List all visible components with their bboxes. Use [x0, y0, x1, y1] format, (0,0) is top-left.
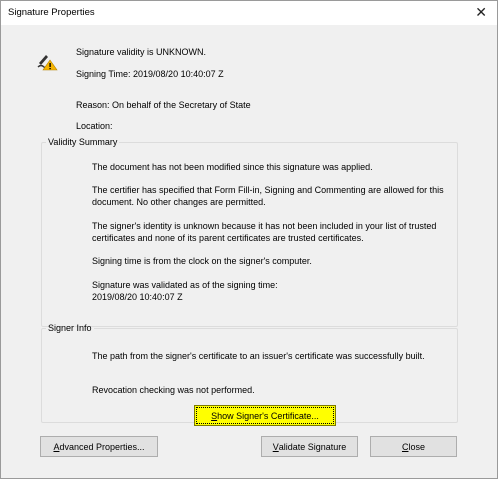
validate-label: alidate Signature [278, 441, 347, 452]
signature-validity-text: Signature validity is UNKNOWN. [76, 47, 207, 57]
dialog-title: Signature Properties [8, 7, 95, 18]
advanced-properties-button[interactable]: Advanced Properties... [40, 436, 158, 457]
close-icon[interactable]: ✕ [475, 4, 487, 20]
validity-item-unmodified: The document has not been modified since… [92, 162, 373, 172]
title-bar: Signature Properties ✕ [1, 1, 497, 25]
signature-properties-dialog: Signature Properties ✕ Signature validit… [0, 0, 498, 479]
close-label: lose [408, 441, 425, 452]
reason-text: Reason: On behalf of the Secretary of St… [76, 100, 251, 110]
validity-item-clock: Signing time is from the clock on the si… [92, 256, 312, 266]
advanced-label: dvanced Properties... [59, 441, 145, 452]
signer-info-revocation-text: Revocation checking was not performed. [92, 385, 255, 395]
validated-time-text: 2019/08/20 10:40:07 Z [92, 292, 183, 302]
signature-warning-icon [37, 55, 58, 71]
validity-summary-legend: Validity Summary [48, 137, 118, 147]
dialog-body: Signature validity is UNKNOWN. Signing T… [1, 25, 497, 478]
signer-info-path-text: The path from the signer's certificate t… [92, 351, 425, 361]
show-cert-label: how Signer's Certificate... [217, 410, 319, 421]
signer-info-legend: Signer Info [48, 323, 92, 333]
validity-item-certifier: The certifier has specified that Form Fi… [92, 185, 444, 207]
validate-signature-button[interactable]: Validate Signature [261, 436, 358, 457]
location-text: Location: [76, 121, 113, 131]
close-button[interactable]: Close [370, 436, 457, 457]
signing-time-text: Signing Time: 2019/08/20 10:40:07 Z [76, 69, 224, 79]
validity-summary-group: Validity Summary The document has not be… [41, 137, 458, 327]
show-signers-certificate-button[interactable]: Show Signer's Certificate... [194, 405, 336, 426]
signer-info-group: Signer Info The path from the signer's c… [41, 323, 458, 426]
validity-item-validated: Signature was validated as of the signin… [92, 280, 278, 290]
validity-item-identity: The signer's identity is unknown because… [92, 221, 437, 243]
